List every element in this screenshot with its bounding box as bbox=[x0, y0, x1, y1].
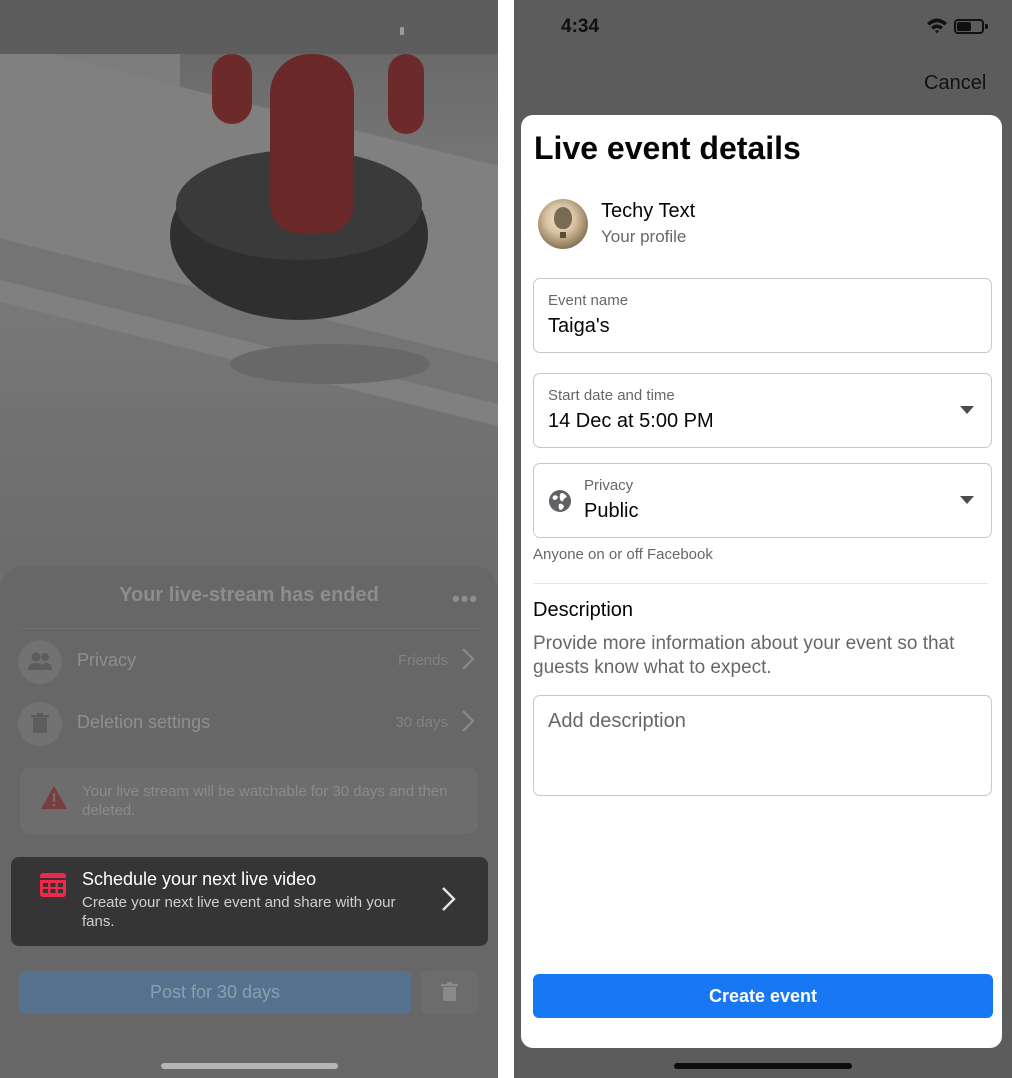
description-placeholder: Add description bbox=[548, 710, 686, 732]
chevron-right-icon bbox=[460, 646, 476, 679]
profile-subtitle: Your profile bbox=[601, 227, 687, 246]
trash-icon bbox=[441, 982, 458, 1001]
divider bbox=[533, 583, 988, 584]
event-details-card: Live event details Techy Text Your profi… bbox=[521, 115, 1002, 1048]
chevron-right-icon bbox=[460, 708, 476, 741]
camera-preview bbox=[0, 54, 498, 574]
avatar bbox=[538, 199, 588, 249]
left-phone-screen: Your live-stream has ended ••• Privacy F… bbox=[0, 0, 498, 1078]
schedule-title: Schedule your next live video bbox=[82, 869, 317, 889]
warning-icon bbox=[40, 784, 68, 812]
status-bar bbox=[0, 0, 498, 54]
status-indicator bbox=[400, 27, 404, 35]
privacy-label: Privacy bbox=[584, 477, 634, 494]
wifi-icon bbox=[926, 17, 948, 35]
description-heading: Description bbox=[533, 599, 634, 621]
deletion-value: 30 days bbox=[395, 714, 448, 731]
status-time: 4:34 bbox=[561, 16, 600, 37]
home-indicator bbox=[161, 1063, 338, 1069]
right-phone-screen: 4:34 Cancel Live event details Techy Tex… bbox=[514, 0, 1012, 1078]
privacy-value: Public bbox=[584, 500, 639, 522]
deletion-warning: Your live stream will be watchable for 3… bbox=[20, 768, 478, 834]
deletion-settings-row[interactable]: Deletion settings 30 days bbox=[18, 700, 480, 746]
privacy-row[interactable]: Privacy Friends bbox=[18, 638, 480, 684]
description-input[interactable]: Add description bbox=[533, 695, 992, 796]
chevron-right-icon bbox=[439, 884, 457, 922]
more-options-icon[interactable]: ••• bbox=[452, 586, 478, 612]
start-date-select[interactable]: Start date and time 14 Dec at 5:00 PM bbox=[533, 373, 992, 448]
delete-button[interactable] bbox=[421, 971, 478, 1014]
privacy-select[interactable]: Privacy Public bbox=[533, 463, 992, 538]
trash-icon bbox=[18, 702, 62, 746]
privacy-help-text: Anyone on or off Facebook bbox=[533, 546, 713, 563]
create-event-button[interactable]: Create event bbox=[533, 974, 993, 1018]
event-name-field[interactable]: Event name Taiga's bbox=[533, 278, 992, 353]
toy-figure-image bbox=[212, 54, 424, 254]
sheet-title: Your live-stream has ended bbox=[119, 584, 379, 606]
home-indicator bbox=[674, 1063, 852, 1069]
post-button[interactable]: Post for 30 days bbox=[19, 971, 411, 1014]
caret-down-icon bbox=[960, 496, 974, 504]
start-date-label: Start date and time bbox=[548, 387, 675, 404]
schedule-live-video-card[interactable]: Schedule your next live video Create you… bbox=[11, 857, 488, 946]
event-name-label: Event name bbox=[548, 292, 629, 309]
cancel-button[interactable]: Cancel bbox=[924, 72, 986, 95]
privacy-value: Friends bbox=[397, 652, 448, 669]
caret-down-icon bbox=[960, 406, 974, 414]
schedule-subtitle: Create your next live event and share wi… bbox=[82, 894, 396, 930]
people-icon bbox=[18, 640, 62, 684]
globe-icon bbox=[548, 489, 572, 513]
privacy-label: Privacy bbox=[77, 650, 137, 670]
divider bbox=[18, 628, 480, 629]
start-date-value: 14 Dec at 5:00 PM bbox=[548, 410, 714, 432]
event-name-value: Taiga's bbox=[548, 315, 610, 337]
battery-icon bbox=[954, 19, 988, 34]
calendar-icon bbox=[39, 872, 67, 898]
deletion-label: Deletion settings bbox=[77, 712, 211, 732]
profile-name: Techy Text bbox=[601, 200, 696, 222]
description-help-text: Provide more information about your even… bbox=[533, 633, 955, 678]
page-title: Live event details bbox=[534, 130, 801, 166]
warning-text: Your live stream will be watchable for 3… bbox=[82, 783, 448, 819]
